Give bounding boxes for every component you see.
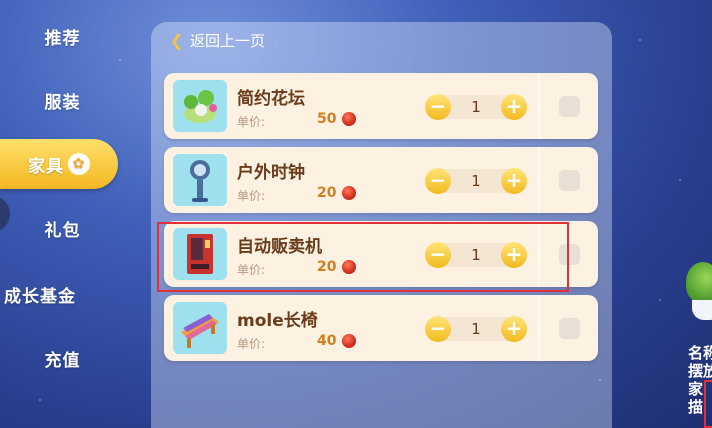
sidebar-item-gift-pack[interactable]: 礼包 bbox=[0, 206, 125, 250]
price-value: 40 bbox=[317, 333, 337, 349]
sidebar-item-clothing[interactable]: 服装 bbox=[0, 78, 125, 122]
category-sidebar: 推荐 服装 家具 ✿ 礼包 成长基金 充值 bbox=[0, 0, 130, 428]
plus-button[interactable]: + bbox=[501, 94, 527, 120]
price-label: 单价: bbox=[237, 115, 266, 129]
back-label: 返回上一页 bbox=[190, 32, 266, 50]
paw-icon: ✿ bbox=[68, 153, 90, 175]
flower-planter-icon bbox=[173, 80, 227, 132]
quantity-stepper: − 1 + bbox=[425, 316, 527, 342]
divider bbox=[538, 73, 540, 139]
sidebar-item-label: 服装 bbox=[44, 92, 81, 113]
item-name: mole长椅 bbox=[237, 311, 318, 331]
price-value: 50 bbox=[317, 111, 337, 127]
price-value: 20 bbox=[317, 185, 337, 201]
back-button[interactable]: ❮ 返回上一页 bbox=[170, 30, 265, 51]
sidebar-item-recharge[interactable]: 充值 bbox=[0, 336, 125, 380]
sidebar-item-recommend[interactable]: 推荐 bbox=[0, 14, 125, 58]
coin-icon bbox=[342, 186, 356, 200]
select-checkbox[interactable] bbox=[559, 318, 580, 339]
item-name: 简约花坛 bbox=[237, 89, 305, 109]
price-label: 单价: bbox=[237, 337, 266, 351]
sidebar-item-label: 礼包 bbox=[44, 220, 81, 241]
divider bbox=[538, 147, 540, 213]
quantity-stepper: − 1 + bbox=[425, 94, 527, 120]
detail-peek-line: 名称 bbox=[688, 344, 712, 362]
sidebar-item-label: 家具 bbox=[28, 156, 64, 177]
quantity-stepper: − 1 + bbox=[425, 168, 527, 194]
sidebar-item-growth-fund[interactable]: 成长基金 bbox=[0, 272, 129, 316]
price-label: 单价: bbox=[237, 189, 266, 203]
chevron-left-icon: ❮ bbox=[170, 30, 184, 50]
plus-button[interactable]: + bbox=[501, 316, 527, 342]
sidebar-item-label: 成长基金 bbox=[4, 286, 76, 307]
preview-plant-icon bbox=[686, 262, 712, 302]
select-checkbox[interactable] bbox=[559, 96, 580, 117]
selection-highlight bbox=[157, 222, 569, 292]
detail-peek-line: 摆放 bbox=[688, 362, 712, 380]
bench-icon bbox=[173, 302, 227, 354]
coin-icon bbox=[342, 112, 356, 126]
outdoor-clock-icon bbox=[173, 154, 227, 206]
item-name: 户外时钟 bbox=[237, 163, 305, 183]
sidebar-item-furniture[interactable]: 家具 ✿ bbox=[0, 139, 118, 189]
preview-highlight bbox=[704, 380, 712, 428]
list-item: 简约花坛 单价: 50 − 1 + bbox=[164, 73, 598, 139]
sidebar-item-label: 充值 bbox=[44, 350, 81, 371]
list-item: mole长椅 单价: 40 − 1 + bbox=[164, 295, 598, 361]
preview-pot-icon bbox=[692, 300, 712, 320]
plus-button[interactable]: + bbox=[501, 168, 527, 194]
list-item: 户外时钟 单价: 20 − 1 + bbox=[164, 147, 598, 213]
coin-icon bbox=[342, 334, 356, 348]
select-checkbox[interactable] bbox=[559, 170, 580, 191]
sidebar-item-label: 推荐 bbox=[44, 28, 81, 49]
divider bbox=[538, 295, 540, 361]
